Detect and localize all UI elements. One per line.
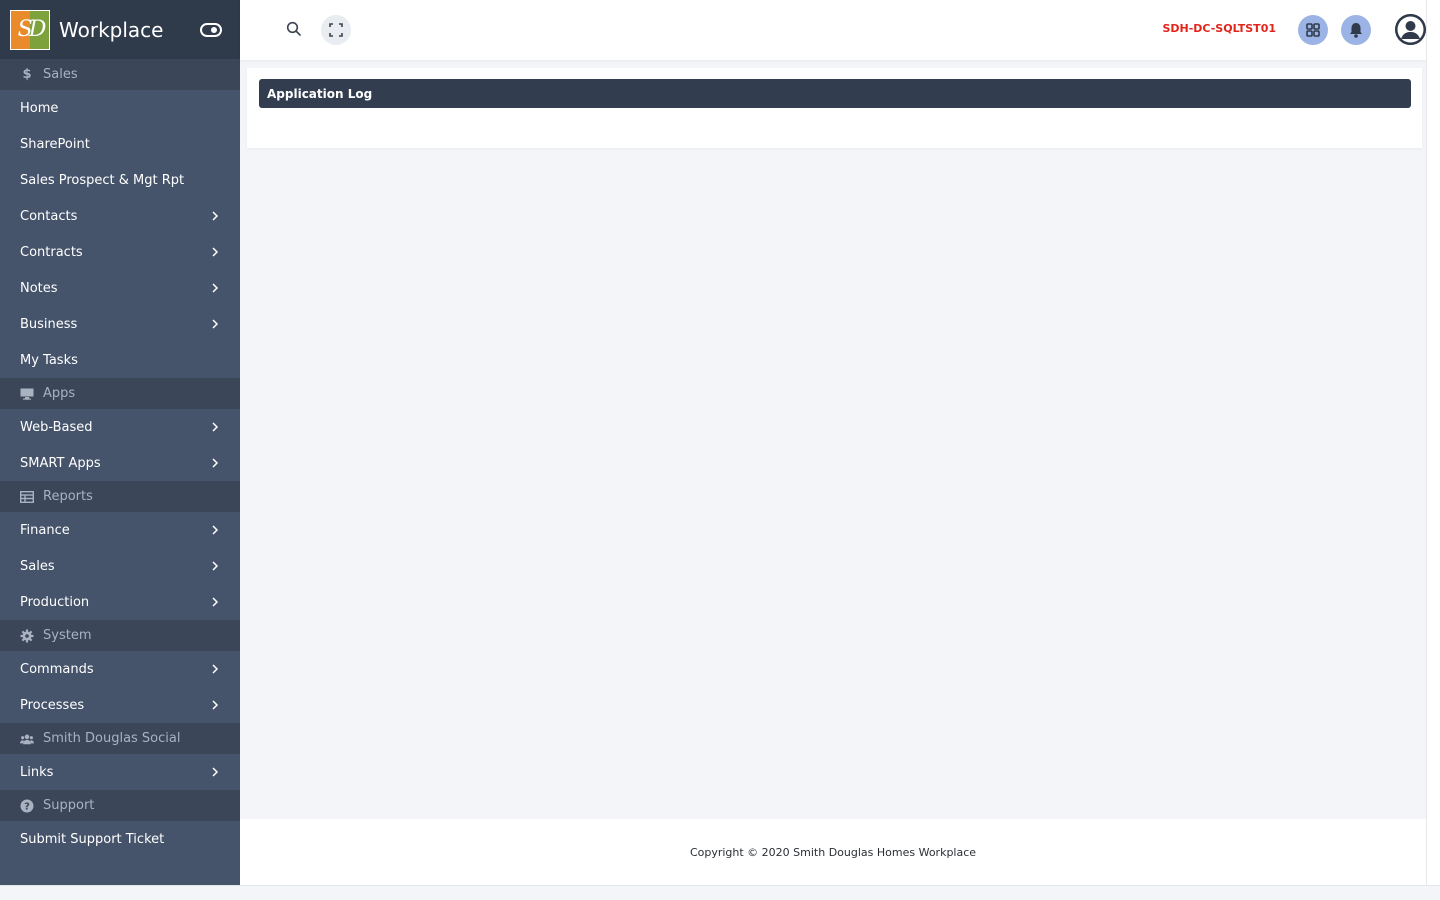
users-icon bbox=[20, 732, 34, 746]
brand-logo[interactable]: SD bbox=[10, 9, 50, 50]
sidebar-item-processes[interactable]: Processes bbox=[0, 687, 240, 723]
sidebar-item-production[interactable]: Production bbox=[0, 584, 240, 620]
sidebar-item-home[interactable]: Home bbox=[0, 90, 240, 126]
sidebar-section-sales: $ Sales bbox=[0, 59, 240, 90]
chevron-right-icon bbox=[210, 767, 220, 777]
brand-logo-text: SD bbox=[17, 17, 47, 42]
chevron-right-icon bbox=[210, 283, 220, 293]
sidebar-section-system: System bbox=[0, 620, 240, 651]
sidebar-item-links[interactable]: Links bbox=[0, 754, 240, 790]
sidebar-nav: $ Sales Home SharePoint Sales Prospect & Mgt… bbox=[0, 59, 240, 857]
chevron-right-icon bbox=[210, 247, 220, 257]
sidebar-section-reports: Reports bbox=[0, 481, 240, 512]
copyright-text: Copyright © 2020 Smith Douglas Homes Wor… bbox=[689, 845, 977, 859]
desktop-icon bbox=[20, 387, 34, 401]
bottom-strip bbox=[0, 885, 1440, 900]
sidebar-item-submit-support-ticket[interactable]: Submit Support Ticket bbox=[0, 821, 240, 857]
sidebar-item-label: Finance bbox=[20, 522, 70, 538]
sidebar-item-label: My Tasks bbox=[20, 352, 78, 368]
sidebar-item-label: Web-Based bbox=[20, 419, 93, 435]
sidebar-item-label: Production bbox=[20, 594, 90, 610]
user-avatar-icon[interactable] bbox=[1395, 14, 1426, 45]
chevron-right-icon bbox=[210, 422, 220, 432]
chevron-right-icon bbox=[210, 319, 220, 329]
sidebar-item-label: Contacts bbox=[20, 208, 78, 224]
search-icon[interactable] bbox=[283, 18, 305, 40]
card-title: Application Log bbox=[259, 79, 1411, 108]
sidebar-item-label: Sales Prospect & Mgt Rpt bbox=[20, 172, 185, 188]
sidebar-item-label: SMART Apps bbox=[20, 455, 101, 471]
chevron-right-icon bbox=[210, 525, 220, 535]
sidebar-item-label: Links bbox=[20, 764, 54, 780]
fullscreen-icon[interactable] bbox=[321, 15, 351, 45]
sidebar-item-label: Submit Support Ticket bbox=[20, 831, 165, 847]
sidebar-item-business[interactable]: Business bbox=[0, 306, 240, 342]
sidebar-item-sales[interactable]: Sales bbox=[0, 548, 240, 584]
sidebar-section-title: Support bbox=[43, 798, 95, 813]
brand-name[interactable]: Workplace bbox=[59, 18, 200, 42]
brand-bar: SD Workplace bbox=[0, 0, 240, 59]
sidebar-section-title: Reports bbox=[43, 489, 93, 504]
topbar: SDH-DC-SQLTST01 bbox=[240, 0, 1426, 60]
sidebar-item-label: Contracts bbox=[20, 244, 83, 260]
sidebar-item-web-based[interactable]: Web-Based bbox=[0, 409, 240, 445]
sidebar-item-contracts[interactable]: Contracts bbox=[0, 234, 240, 270]
sidebar-item-label: SharePoint bbox=[20, 136, 90, 152]
svg-text:?: ? bbox=[24, 801, 30, 812]
sidebar-item-my-tasks[interactable]: My Tasks bbox=[0, 342, 240, 378]
question-icon: ? bbox=[20, 799, 34, 813]
footer: Copyright © 2020 Smith Douglas Homes Wor… bbox=[240, 819, 1426, 885]
chevron-right-icon bbox=[210, 211, 220, 221]
table-icon bbox=[20, 490, 34, 504]
sidebar-item-notes[interactable]: Notes bbox=[0, 270, 240, 306]
server-name: SDH-DC-SQLTST01 bbox=[1162, 22, 1276, 35]
chevron-right-icon bbox=[210, 561, 220, 571]
sidebar: SD Workplace $ Sales Home SharePoint Sales P… bbox=[0, 0, 240, 885]
chevron-right-icon bbox=[210, 700, 220, 710]
sidebar-section-apps: Apps bbox=[0, 378, 240, 409]
gear-icon bbox=[20, 629, 34, 643]
sidebar-item-sharepoint[interactable]: SharePoint bbox=[0, 126, 240, 162]
sidebar-section-title: Sales bbox=[43, 67, 78, 82]
sidebar-item-label: Sales bbox=[20, 558, 55, 574]
chevron-right-icon bbox=[210, 458, 220, 468]
sidebar-section-title: System bbox=[43, 628, 92, 643]
sidebar-item-finance[interactable]: Finance bbox=[0, 512, 240, 548]
app-root: SD Workplace $ Sales Home SharePoint Sales P… bbox=[0, 0, 1440, 900]
sidebar-item-label: Commands bbox=[20, 661, 94, 677]
bell-icon[interactable] bbox=[1341, 15, 1371, 45]
sidebar-item-commands[interactable]: Commands bbox=[0, 651, 240, 687]
sidebar-section-title: Smith Douglas Social bbox=[43, 731, 181, 746]
sidebar-toggle-icon[interactable] bbox=[200, 19, 222, 41]
chevron-right-icon bbox=[210, 664, 220, 674]
sidebar-item-label: Notes bbox=[20, 280, 58, 296]
apps-grid-icon[interactable] bbox=[1298, 15, 1328, 45]
sidebar-item-label: Processes bbox=[20, 697, 85, 713]
sidebar-item-contacts[interactable]: Contacts bbox=[0, 198, 240, 234]
sidebar-section-title: Apps bbox=[43, 386, 76, 401]
scrollbar-track[interactable] bbox=[1426, 0, 1440, 900]
sidebar-section-smith-douglas-social: Smith Douglas Social bbox=[0, 723, 240, 754]
sidebar-item-sales-prospect-mgt-rpt[interactable]: Sales Prospect & Mgt Rpt bbox=[0, 162, 240, 198]
chevron-right-icon bbox=[210, 597, 220, 607]
sidebar-item-label: Business bbox=[20, 316, 78, 332]
dollar-icon: $ bbox=[22, 67, 32, 82]
application-log-card: Application Log bbox=[247, 68, 1422, 148]
sidebar-item-smart-apps[interactable]: SMART Apps bbox=[0, 445, 240, 481]
sidebar-section-support: ? Support bbox=[0, 790, 240, 821]
sidebar-item-label: Home bbox=[20, 100, 59, 116]
